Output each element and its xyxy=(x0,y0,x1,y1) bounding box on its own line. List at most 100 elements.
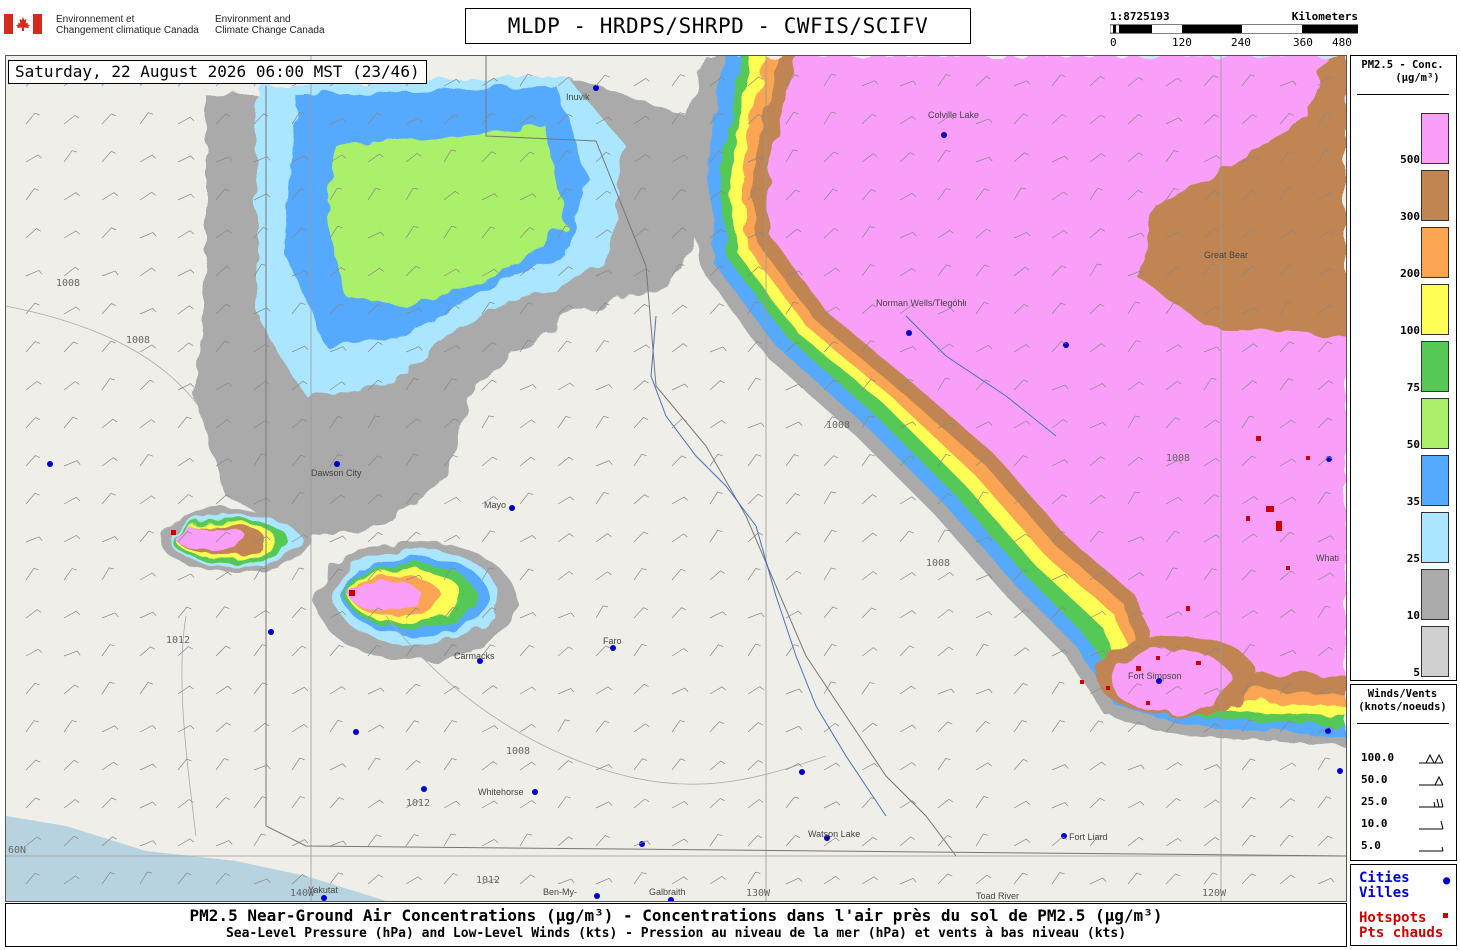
wind-barb-icon xyxy=(1419,753,1444,764)
hotspots-legend-fr: Pts chauds xyxy=(1359,925,1444,941)
hotspot-marker xyxy=(1156,656,1160,660)
hotspot-marker xyxy=(1106,686,1110,690)
pm25-legend-label: 75 xyxy=(1406,381,1420,394)
valid-time-label: Saturday, 22 August 2026 06:00 MST (23/4… xyxy=(8,60,427,84)
place-label-faro: Faro xyxy=(603,636,622,646)
city-dot xyxy=(532,789,538,795)
hotspot-marker xyxy=(349,590,355,596)
pm25-legend-label: 5 xyxy=(1413,666,1420,679)
hotspots-legend-en: Hotspots xyxy=(1359,910,1427,926)
pm25-legend-swatch xyxy=(1421,341,1449,392)
place-label-fort-liard: Fort Liard xyxy=(1069,832,1108,842)
hotspot-marker xyxy=(1186,606,1190,611)
hotspot-marker xyxy=(1276,521,1282,531)
wind-legend-value: 10.0 xyxy=(1361,817,1388,830)
eccc-logo: Environnement et Changement climatique C… xyxy=(4,12,344,38)
place-label-whitehorse: Whitehorse xyxy=(478,787,524,797)
graticule-label: 120W xyxy=(1202,888,1227,899)
wind-legend-value: 50.0 xyxy=(1361,773,1388,786)
isobar-label: 1008 xyxy=(56,278,80,289)
place-label-norman-wells: Norman Wells/Tłegóhłı xyxy=(876,298,967,308)
map-canvas[interactable]: 1008 1008 1008 1008 1008 1008 1012 1012 … xyxy=(6,56,1346,901)
isobar-label: 1008 xyxy=(1166,453,1190,464)
isobar-label: 1008 xyxy=(126,335,150,346)
place-label-fort-simpson: Fort Simpson xyxy=(1128,671,1182,681)
hotspot-marker xyxy=(1266,506,1274,512)
pm25-legend-swatch xyxy=(1421,284,1449,335)
wind-barb-icon xyxy=(1419,775,1444,786)
agency-fr-line2: Changement climatique Canada xyxy=(56,25,199,36)
city-dot xyxy=(941,132,947,138)
place-label-watson-lake: Watson Lake xyxy=(808,829,860,839)
cities-legend-en: Cities xyxy=(1359,870,1410,886)
feature-legend: Cities Villes ● Hotspots Pts chauds xyxy=(1350,864,1457,946)
pm25-legend-swatch xyxy=(1421,398,1449,449)
place-label-great-bear: Great Bear xyxy=(1204,250,1248,260)
scale-bar: 1:8725193 Kilometers 0 120 240 360 480 xyxy=(1110,10,1358,52)
map-caption: PM2.5 Near-Ground Air Concentrations (µg… xyxy=(5,903,1347,947)
wind-legend-title: Winds/Vents (knots/noeuds) xyxy=(1351,688,1454,714)
isobar-label: 1012 xyxy=(406,798,430,809)
pm25-legend-label: 10 xyxy=(1406,609,1420,622)
place-label-carmacks: Carmacks xyxy=(454,651,495,661)
pm25-legend-swatch xyxy=(1421,512,1449,563)
agency-name-en: Environment and Climate Change Canada xyxy=(215,14,325,36)
pm25-legend-label: 500 xyxy=(1400,153,1420,166)
hotspot-marker xyxy=(1306,456,1310,460)
wind-legend-row: 10.0 xyxy=(1361,817,1451,833)
pm25-legend-title-line2: (µg/m³) xyxy=(1395,72,1440,84)
wind-legend-row: 25.0 xyxy=(1361,795,1451,811)
city-dot-icon: ● xyxy=(1443,873,1451,887)
scale-ratio: 1:8725193 xyxy=(1110,10,1170,23)
scale-tick: 480 xyxy=(1332,36,1352,49)
place-label-mayo: Mayo xyxy=(484,500,506,510)
pm25-legend-title-line1: PM2.5 - Conc. xyxy=(1361,59,1444,71)
scale-tick: 0 xyxy=(1110,36,1117,49)
wind-barb-icon xyxy=(1419,798,1444,808)
wind-barb-icon xyxy=(1419,846,1444,852)
city-dot xyxy=(334,461,340,467)
pm25-legend-swatch xyxy=(1421,455,1449,506)
pm25-legend-title: PM2.5 - Conc. (µg/m³) xyxy=(1351,59,1454,85)
hotspot-marker xyxy=(1286,566,1290,570)
pm25-legend-label: 200 xyxy=(1400,267,1420,280)
place-label-yakutat: Yakutat xyxy=(308,885,338,895)
caption-line-2: Sea-Level Pressure (hPa) and Low-Level W… xyxy=(225,926,1127,941)
map-area[interactable]: 1008 1008 1008 1008 1008 1008 1012 1012 … xyxy=(5,55,1347,902)
wind-legend-value: 100.0 xyxy=(1361,751,1395,764)
scale-bar-graphic xyxy=(1110,24,1358,34)
city-dot xyxy=(509,505,515,511)
scale-tick: 120 xyxy=(1172,36,1192,49)
city-dot xyxy=(906,330,912,336)
pm25-legend-swatch xyxy=(1421,569,1449,620)
city-dot xyxy=(353,729,359,735)
scale-tick: 360 xyxy=(1293,36,1313,49)
product-title: MLDP - HRDPS/SHRPD - CWFIS/SCIFV xyxy=(465,8,971,44)
scale-tick: 240 xyxy=(1231,36,1251,49)
agency-en-line1: Environment and xyxy=(215,14,291,25)
pm25-legend-swatch xyxy=(1421,626,1449,677)
pm25-legend: PM2.5 - Conc. (µg/m³) 500 300 200 100 75 50 35… xyxy=(1350,55,1457,681)
wind-legend-title-line1: Winds/Vents xyxy=(1367,688,1438,700)
hotspot-marker xyxy=(1246,516,1250,521)
agency-fr-line1: Environnement et xyxy=(56,14,135,25)
pm25-legend-label: 300 xyxy=(1400,210,1420,223)
city-dot xyxy=(47,461,53,467)
pm25-legend-label: 100 xyxy=(1400,324,1420,337)
isobar-label: 1012 xyxy=(166,635,190,646)
pm25-legend-swatch xyxy=(1421,170,1449,221)
place-label-ben-my-chree: Ben-My- xyxy=(543,887,577,897)
isobar-label: 1008 xyxy=(826,420,850,431)
place-label-galbraith: Galbraith xyxy=(649,887,686,897)
pm25-legend-swatch xyxy=(1421,113,1449,164)
canada-flag-icon xyxy=(4,14,42,34)
city-dot xyxy=(421,786,427,792)
wind-barb-icon xyxy=(1419,820,1444,830)
cities-legend: Cities Villes xyxy=(1359,871,1410,901)
city-dot xyxy=(321,895,327,901)
place-label-inuvik: Inuvik xyxy=(566,92,590,102)
agency-name-fr: Environnement et Changement climatique C… xyxy=(56,14,199,36)
wind-legend-row: 50.0 xyxy=(1361,773,1451,789)
wind-legend-value: 25.0 xyxy=(1361,795,1388,808)
place-label-toad-river: Toad River xyxy=(976,891,1019,901)
